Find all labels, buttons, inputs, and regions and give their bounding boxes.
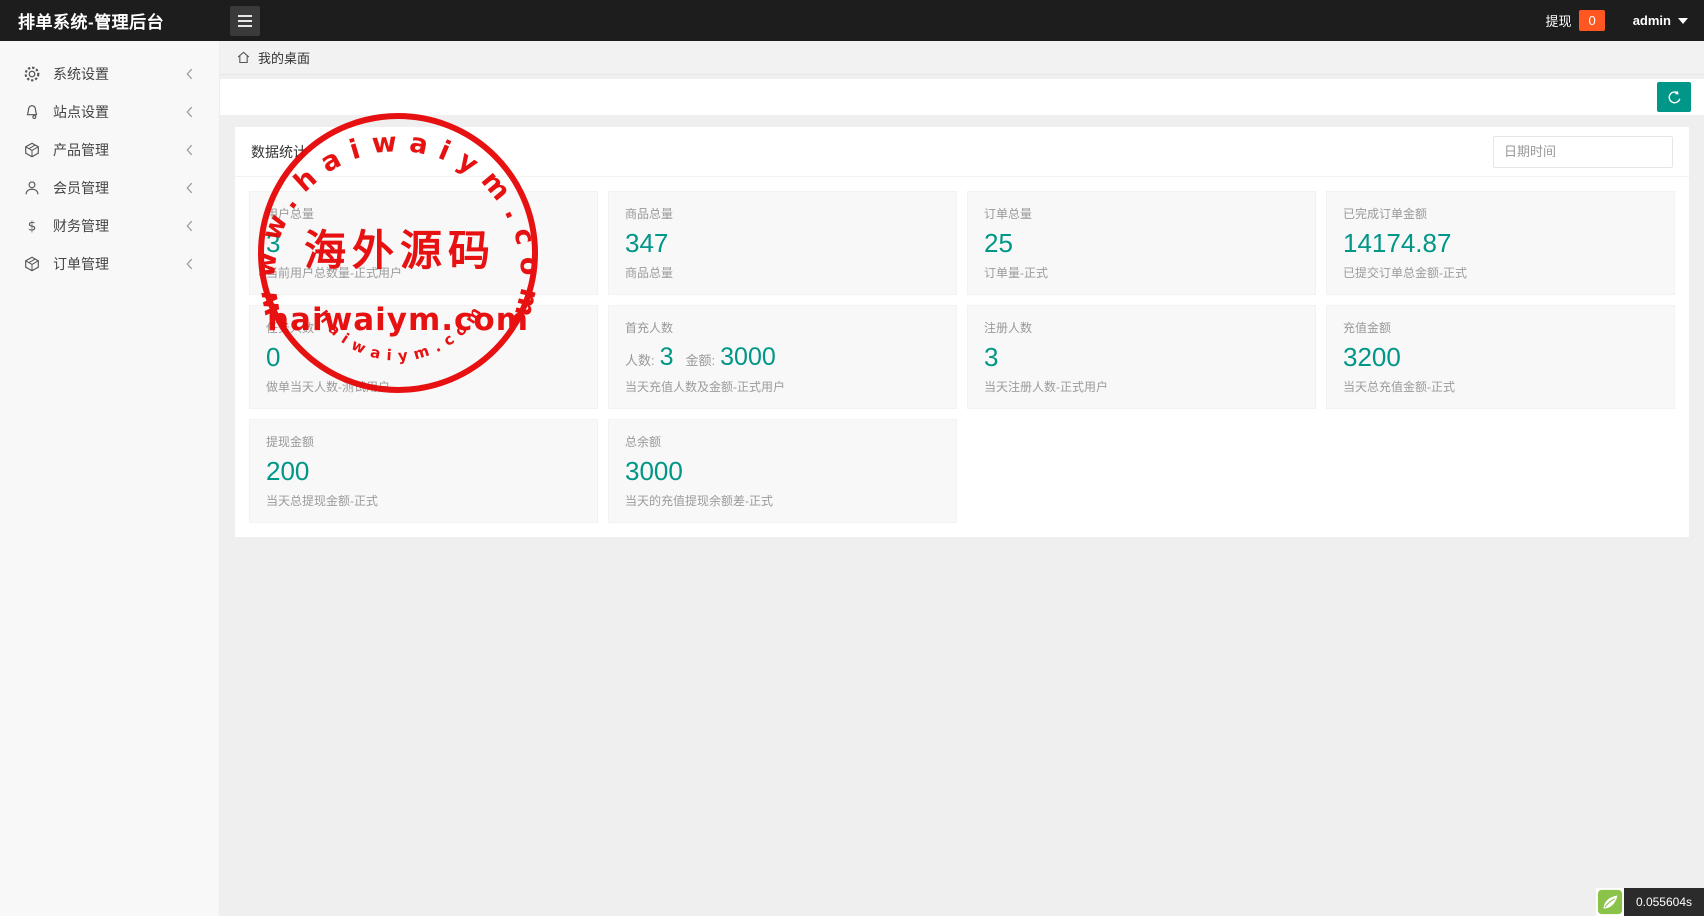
home-icon: [237, 51, 250, 64]
stat-card: 注册人数 3 当天注册人数-正式用户: [967, 305, 1316, 409]
stat-part-value: 3000: [720, 342, 776, 371]
refresh-icon: [1668, 90, 1680, 103]
panel-title: 数据统计: [251, 143, 307, 160]
bell-icon: [22, 102, 42, 122]
sidebar-menu: 系统设置 站点设置 产品管理 会员管理 $ 财务管理 订单管理: [0, 55, 219, 283]
stat-card: 已完成订单金额 14174.87 已提交订单总金额-正式: [1326, 191, 1675, 295]
stat-title: 充值金额: [1343, 321, 1392, 335]
sidebar-item-label: 订单管理: [53, 256, 109, 272]
breadcrumb-label: 我的桌面: [258, 51, 311, 66]
stat-value: 347: [625, 228, 669, 258]
chevron-left-icon: [184, 105, 195, 119]
stat-card: 首充人数 人数: 3 金额: 3000 当天充值人数及金额-正式用户: [608, 305, 957, 409]
sidebar-item-order[interactable]: 订单管理: [0, 245, 219, 283]
dollar-icon: $: [22, 216, 42, 236]
sidebar-item-finance[interactable]: $ 财务管理: [0, 207, 219, 245]
trace-time: 0.055604s: [1623, 888, 1704, 916]
stat-title: 用户总量: [266, 207, 315, 221]
sidebar-toggle-button[interactable]: [230, 5, 260, 36]
stat-description: 当天充值人数及金额-正式用户: [625, 380, 785, 394]
stat-title: 任务人数: [266, 321, 315, 335]
stat-description: 当天总充值金额-正式: [1343, 380, 1455, 394]
stat-description: 当前用户总数量-正式用户: [266, 266, 402, 280]
caret-down-icon: [1678, 17, 1688, 24]
chevron-left-icon: [184, 219, 195, 233]
stat-value: 人数: 3 金额: 3000: [625, 342, 940, 371]
sidebar-item-label: 站点设置: [53, 104, 109, 120]
gear-icon: [22, 64, 42, 84]
cube-icon: [22, 254, 42, 274]
stat-title: 商品总量: [625, 207, 674, 221]
stat-value: 0: [266, 342, 281, 372]
chevron-left-icon: [184, 67, 195, 81]
sidebar-item-label: 产品管理: [53, 142, 109, 158]
header-right: 提现 0 admin: [1545, 10, 1704, 31]
stats-panel: 数据统计 用户总量 3 当前用户总数量-正式用户 商品总量 347 商品总量 订…: [235, 127, 1689, 537]
stat-description: 当天总提现金额-正式: [266, 494, 378, 508]
header: 排单系统-管理后台 提现 0 admin: [0, 0, 1704, 41]
chevron-left-icon: [184, 143, 195, 157]
withdraw-count-badge: 0: [1579, 10, 1605, 31]
cube-icon: [22, 140, 42, 160]
username: admin: [1632, 13, 1671, 28]
stat-title: 订单总量: [984, 207, 1033, 221]
stat-title: 注册人数: [984, 321, 1033, 335]
app-title: 排单系统-管理后台: [18, 13, 165, 32]
sidebar-item-member[interactable]: 会员管理: [0, 169, 219, 207]
sidebar-item-label: 会员管理: [53, 180, 109, 196]
stat-card: 商品总量 347 商品总量: [608, 191, 957, 295]
stat-value: 25: [984, 228, 1013, 258]
sidebar-item-site[interactable]: 站点设置: [0, 93, 219, 131]
main-area: 我的桌面 数据统计 用户总量 3 当前用户总数量-正式用户 商品总量 347 商…: [220, 41, 1704, 916]
stat-value: 14174.87: [1343, 228, 1452, 258]
stat-description: 商品总量: [625, 266, 674, 280]
sidebar-item-system[interactable]: 系统设置: [0, 55, 219, 93]
stat-description: 订单量-正式: [984, 266, 1048, 280]
stat-description: 当天的充值提现余额差-正式: [625, 494, 773, 508]
stat-part-label: 人数:: [625, 352, 655, 368]
sidebar-item-label: 系统设置: [53, 66, 109, 82]
stat-part-value: 3: [659, 342, 674, 371]
stat-value: 200: [266, 456, 310, 486]
withdraw-link[interactable]: 提现 0: [1545, 10, 1605, 31]
toolbar: [220, 79, 1704, 115]
user-menu[interactable]: admin: [1633, 13, 1688, 28]
stat-card: 任务人数 0 做单当天人数-测试用户: [249, 305, 598, 409]
stat-description: 当天注册人数-正式用户: [984, 380, 1108, 394]
stat-card: 订单总量 25 订单量-正式: [967, 191, 1316, 295]
panel-header: 数据统计: [235, 127, 1689, 177]
stat-value: 3: [984, 342, 999, 372]
stat-title: 已完成订单金额: [1343, 207, 1428, 221]
breadcrumb[interactable]: 我的桌面: [220, 41, 1704, 75]
stat-value: 3200: [1343, 342, 1401, 372]
stat-description: 做单当天人数-测试用户: [266, 380, 390, 394]
chevron-left-icon: [184, 181, 195, 195]
user-icon: [22, 178, 42, 198]
stat-card: 提现金额 200 当天总提现金额-正式: [249, 419, 598, 523]
stat-card: 总余额 3000 当天的充值提现余额差-正式: [608, 419, 957, 523]
refresh-button[interactable]: [1657, 82, 1691, 112]
stats-grid: 用户总量 3 当前用户总数量-正式用户 商品总量 347 商品总量 订单总量 2…: [235, 177, 1689, 537]
stat-part-label: 金额:: [685, 352, 716, 368]
chevron-left-icon: [184, 257, 195, 271]
withdraw-label: 提现: [1545, 14, 1572, 29]
stat-value: 3000: [625, 456, 683, 486]
stat-title: 提现金额: [266, 435, 315, 449]
sidebar-item-product[interactable]: 产品管理: [0, 131, 219, 169]
svg-text:$: $: [28, 219, 37, 235]
leaf-icon: [1595, 888, 1624, 916]
stat-card: 用户总量 3 当前用户总数量-正式用户: [249, 191, 598, 295]
sidebar: 系统设置 站点设置 产品管理 会员管理 $ 财务管理 订单管理: [0, 41, 220, 916]
stat-card: 充值金额 3200 当天总充值金额-正式: [1326, 305, 1675, 409]
stat-title: 总余额: [625, 435, 662, 449]
stat-value: 3: [266, 228, 281, 258]
sidebar-item-label: 财务管理: [53, 218, 109, 234]
trace-button[interactable]: 0.055604s: [1595, 888, 1704, 916]
stat-title: 首充人数: [625, 321, 674, 335]
date-time-input[interactable]: [1493, 135, 1673, 168]
stat-description: 已提交订单总金额-正式: [1343, 266, 1467, 280]
